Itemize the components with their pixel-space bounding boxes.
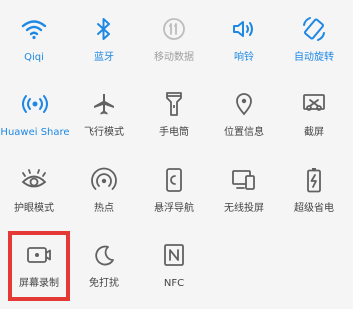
tile-label: 手电筒 bbox=[159, 127, 189, 138]
flashlight-icon bbox=[157, 87, 191, 121]
moon-icon bbox=[87, 238, 121, 272]
tile-label: 无线投屏 bbox=[224, 203, 264, 214]
wifi-icon bbox=[17, 12, 51, 46]
tile-label: 位置信息 bbox=[224, 127, 264, 138]
tile-wifi[interactable]: Qiqi bbox=[0, 12, 69, 64]
tile-label: 截屏 bbox=[304, 127, 324, 138]
eye-icon bbox=[17, 163, 51, 197]
huawei-share-icon bbox=[18, 87, 52, 121]
tile-label: 自动旋转 bbox=[294, 52, 334, 63]
airplane-icon bbox=[87, 87, 121, 121]
tile-wireless-projection[interactable]: 无线投屏 bbox=[209, 163, 279, 215]
tile-label: 响铃 bbox=[234, 52, 254, 63]
projection-icon bbox=[227, 163, 261, 197]
nfc-icon bbox=[157, 238, 191, 272]
tile-label: Qiqi bbox=[24, 52, 44, 63]
floating-nav-icon bbox=[157, 163, 191, 197]
tile-label: 蓝牙 bbox=[94, 52, 114, 63]
tile-hotspot[interactable]: 热点 bbox=[69, 163, 139, 215]
tile-ring[interactable]: 响铃 bbox=[209, 12, 279, 64]
tile-do-not-disturb[interactable]: 免打扰 bbox=[69, 238, 139, 290]
volume-icon bbox=[227, 12, 261, 46]
tile-label: Huawei Share bbox=[0, 127, 70, 138]
tile-nfc[interactable]: NFC bbox=[139, 238, 209, 290]
highlight-box bbox=[8, 231, 70, 301]
tile-flashlight[interactable]: 手电筒 bbox=[139, 87, 209, 139]
rotate-icon bbox=[297, 12, 331, 46]
tile-label: 免打扰 bbox=[89, 278, 119, 289]
tile-label: NFC bbox=[163, 278, 185, 289]
tile-power-saving[interactable]: 超级省电 bbox=[279, 163, 349, 215]
tile-bluetooth[interactable]: 蓝牙 bbox=[69, 12, 139, 64]
tile-airplane[interactable]: 飞行模式 bbox=[69, 87, 139, 139]
hotspot-icon bbox=[87, 163, 121, 197]
bluetooth-icon bbox=[87, 12, 121, 46]
tile-label: 飞行模式 bbox=[84, 127, 124, 138]
tile-label: 移动数据 bbox=[154, 52, 194, 63]
tile-label: 热点 bbox=[94, 203, 114, 214]
mobile-data-icon bbox=[157, 12, 191, 46]
tile-eye-comfort[interactable]: 护眼模式 bbox=[0, 163, 69, 215]
tile-location[interactable]: 位置信息 bbox=[209, 87, 279, 139]
tile-label: 超级省电 bbox=[294, 203, 334, 214]
location-icon bbox=[227, 87, 261, 121]
tile-mobile-data[interactable]: 移动数据 bbox=[139, 12, 209, 64]
battery-icon bbox=[297, 163, 331, 197]
tile-huawei-share[interactable]: Huawei Share bbox=[0, 87, 71, 139]
tile-screenshot[interactable]: 截屏 bbox=[279, 87, 349, 139]
tile-auto-rotate[interactable]: 自动旋转 bbox=[279, 12, 349, 64]
screenshot-icon bbox=[297, 87, 331, 121]
tile-floating-nav[interactable]: 悬浮导航 bbox=[139, 163, 209, 215]
tile-label: 护眼模式 bbox=[14, 203, 54, 214]
tile-label: 悬浮导航 bbox=[154, 203, 194, 214]
